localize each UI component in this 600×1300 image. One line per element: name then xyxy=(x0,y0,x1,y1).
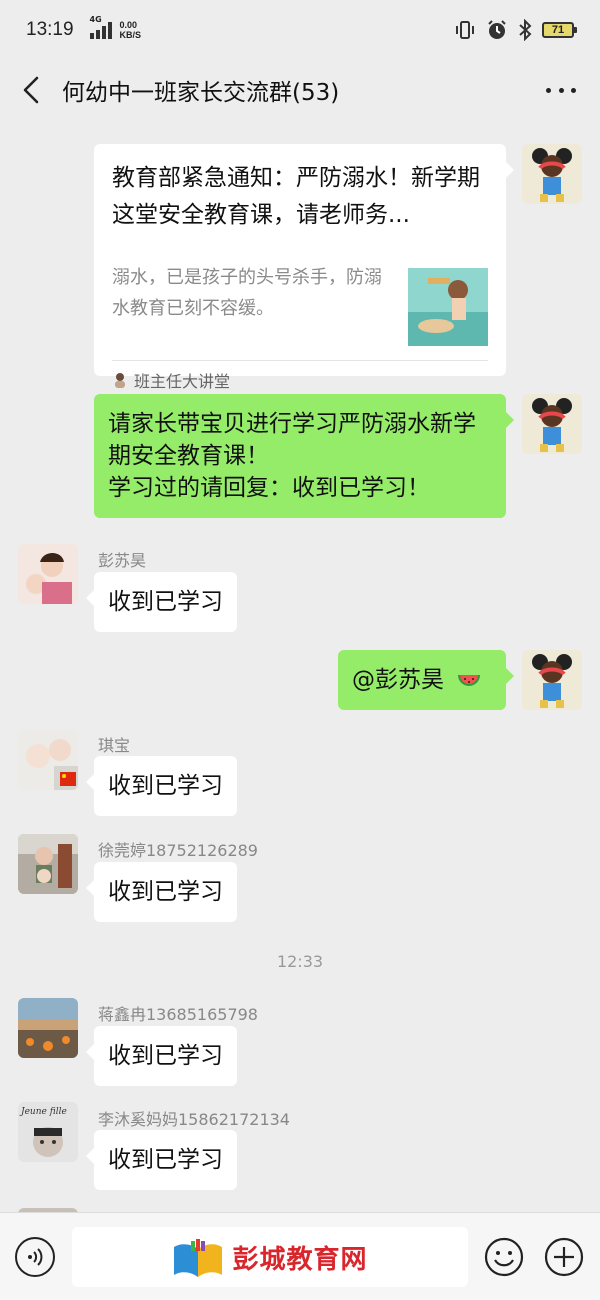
message-bubble[interactable]: 收到已学习 xyxy=(86,756,237,816)
notice-message[interactable]: 请家长带宝贝进行学习严防溺水新学期安全教育课！ 学习过的请回复：收到已学习！ xyxy=(94,394,514,518)
article-title: 教育部紧急通知：严防溺水！新学期这堂安全教育课，请老师务... xyxy=(112,165,480,228)
book-logo-icon xyxy=(174,1239,223,1277)
article-card[interactable]: 教育部紧急通知：严防溺水！新学期这堂安全教育课，请老师务... 溺水，已是孩子的… xyxy=(94,144,514,391)
avatar-member[interactable] xyxy=(18,834,78,894)
network-speed-value: 0.00 xyxy=(119,20,138,30)
message-bubble[interactable]: 收到已学习 xyxy=(86,1130,237,1190)
voice-button[interactable] xyxy=(15,1237,55,1277)
mention-message[interactable]: @彭苏昊 xyxy=(338,650,514,710)
emoji-button[interactable] xyxy=(484,1237,524,1277)
chat-area[interactable]: 教育部紧急通知：严防溺水！新学期这堂安全教育课，请老师务... 溺水，已是孩子的… xyxy=(0,120,600,1212)
network-type: 4G xyxy=(89,15,102,24)
article-source-name: 班主任大讲堂 xyxy=(134,372,231,391)
message-bubble[interactable]: 收到已学习 xyxy=(86,1026,237,1086)
message-bubble[interactable]: 收到已学习 xyxy=(86,572,237,632)
avatar-self[interactable] xyxy=(522,650,582,710)
bluetooth-icon xyxy=(518,19,532,41)
message-input[interactable]: 彭城教育网 xyxy=(72,1227,468,1287)
chat-timestamp: 12:33 xyxy=(276,952,324,971)
emoji-icon xyxy=(484,1237,524,1277)
sender-name: 彭苏昊 xyxy=(98,551,147,570)
article-description: 溺水，已是孩子的头号杀手，防溺水教育已刻不容缓。 xyxy=(112,267,382,319)
alarm-icon xyxy=(486,19,508,41)
plus-button[interactable] xyxy=(544,1237,584,1277)
signal-icon: 4G xyxy=(89,15,112,39)
input-bar: 彭城教育网 xyxy=(0,1212,600,1300)
sender-name: 李沐奚妈妈15862172134 xyxy=(98,1110,290,1129)
china-flag-icon xyxy=(60,772,76,786)
battery-icon: 71 xyxy=(542,22,577,38)
more-icon[interactable] xyxy=(546,78,576,102)
avatar-self[interactable] xyxy=(522,144,582,204)
article-source: 班主任大讲堂 xyxy=(112,368,230,392)
avatar-text: Jeune fille xyxy=(19,1107,67,1117)
watermark-logo: 彭城教育网 xyxy=(172,1235,367,1279)
avatar-self[interactable] xyxy=(522,394,582,454)
watermark-text: 彭城教育网 xyxy=(232,1244,368,1275)
avatar-member[interactable] xyxy=(18,544,78,604)
voice-icon xyxy=(28,1248,43,1266)
network-speed-unit: KB/S xyxy=(119,30,142,40)
source-avatar-icon xyxy=(115,373,125,388)
network-speed: 0.00 KB/S xyxy=(120,20,142,40)
message-bubble[interactable]: 收到已学习 xyxy=(86,862,237,922)
plus-icon xyxy=(544,1237,584,1277)
avatar-member[interactable] xyxy=(18,730,78,790)
back-button[interactable] xyxy=(0,60,62,120)
status-bar: 13:19 4G 0.00 KB/S 71 xyxy=(0,0,600,60)
back-icon xyxy=(23,76,39,104)
avatar-member[interactable]: Jeune fille xyxy=(18,1102,78,1162)
chat-header: 何幼中一班家长交流群(53) xyxy=(0,60,600,120)
status-time: 13:19 xyxy=(26,19,74,40)
sender-name: 蒋鑫冉13685165798 xyxy=(98,1005,258,1024)
mention-text: @彭苏昊 xyxy=(352,667,444,693)
sender-name: 琪宝 xyxy=(98,736,131,755)
article-thumbnail xyxy=(408,268,488,346)
sender-name: 徐莞婷18752126289 xyxy=(98,841,258,860)
card-separator xyxy=(112,360,488,361)
avatar-member[interactable] xyxy=(18,998,78,1058)
vibrate-icon xyxy=(454,19,476,41)
chat-title: 何幼中一班家长交流群(53) xyxy=(62,80,340,106)
watermelon-icon xyxy=(458,675,480,686)
